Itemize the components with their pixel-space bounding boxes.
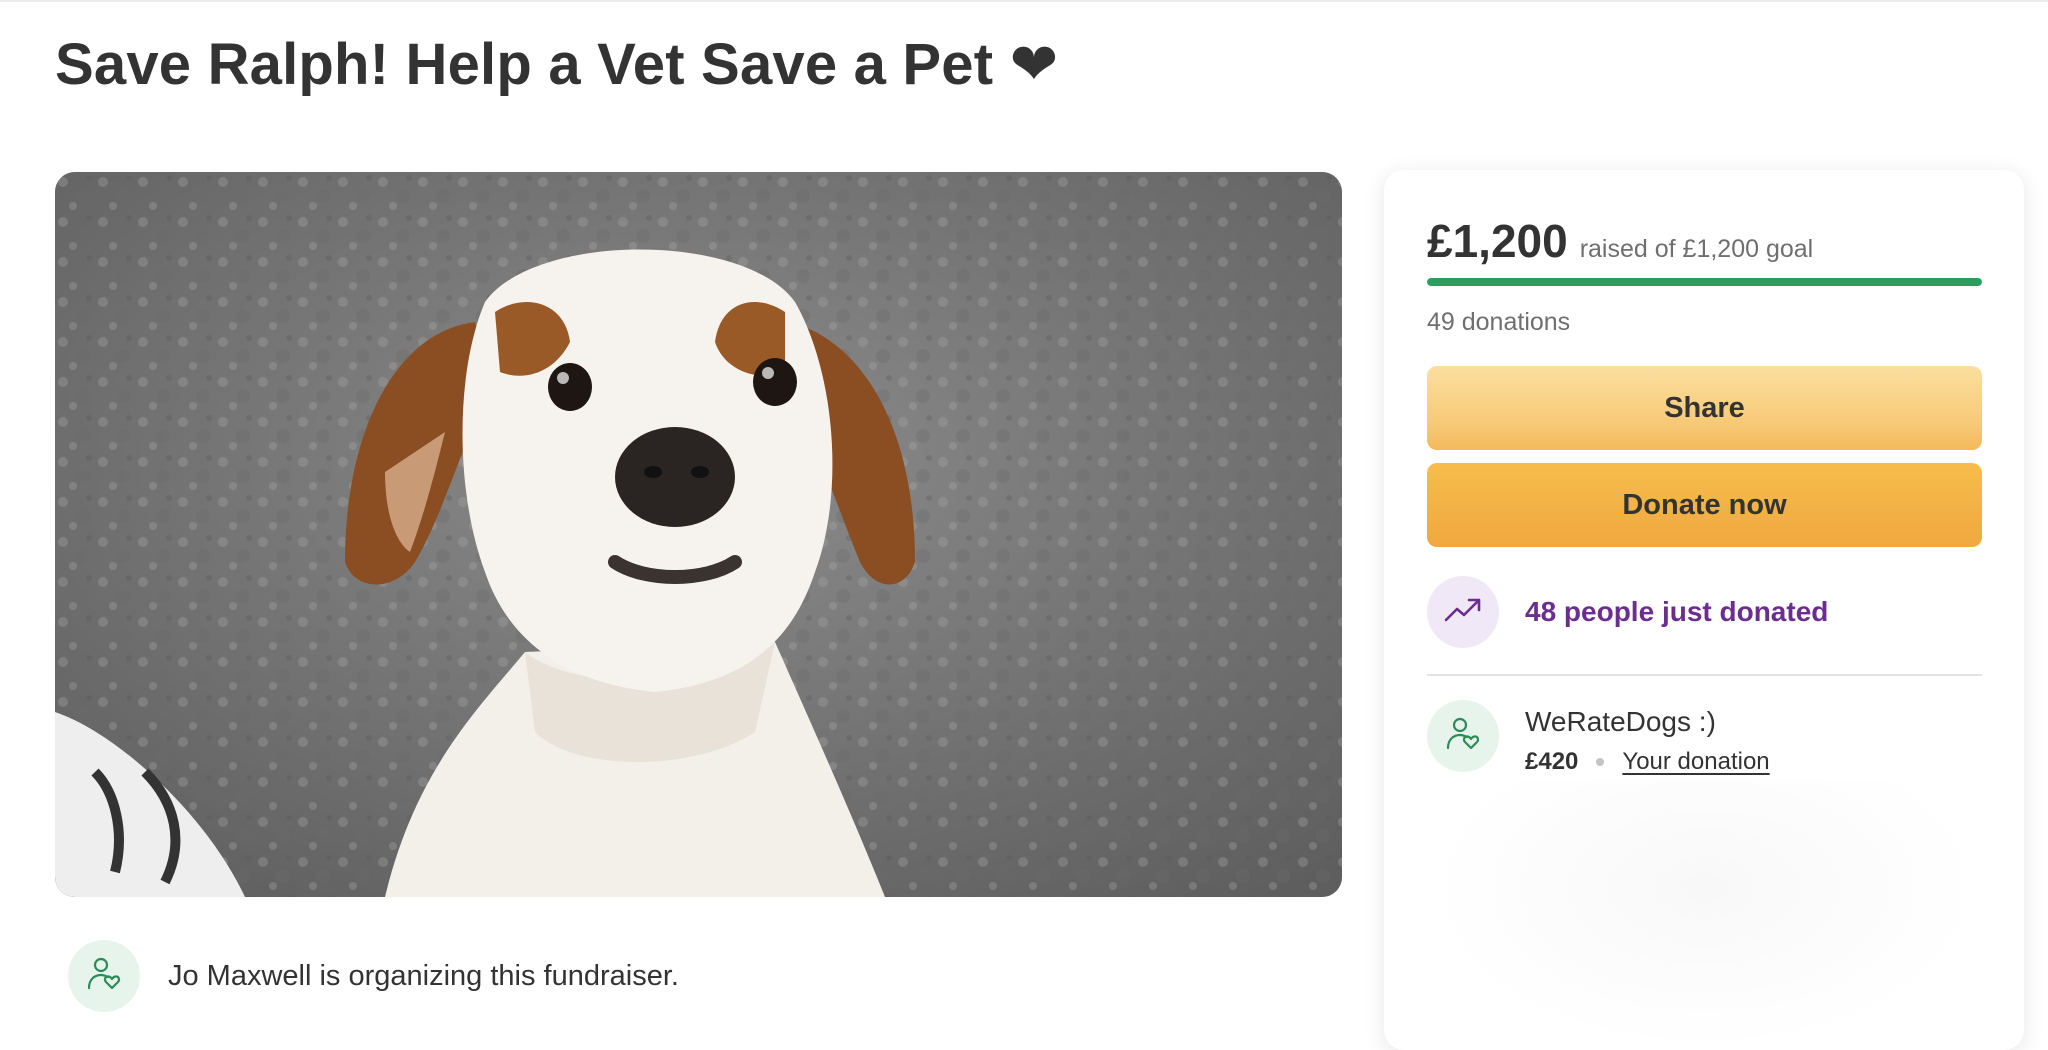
campaign-photo[interactable]	[55, 172, 1342, 897]
share-button[interactable]: Share	[1427, 366, 1982, 450]
organizer-avatar	[68, 940, 140, 1012]
donor-name: WeRateDogs :)	[1525, 706, 1716, 737]
recent-activity-row: 48 people just donated	[1427, 576, 1828, 648]
organizer-text: Jo Maxwell is organizing this fundraiser…	[168, 959, 679, 992]
donate-now-button[interactable]: Donate now	[1427, 463, 1982, 547]
progress-bar	[1427, 278, 1982, 286]
page-title: Save Ralph! Help a Vet Save a Pet ❤	[55, 32, 1059, 97]
goal-label: raised of £1,200 goal	[1579, 235, 1814, 263]
separator-dot	[1596, 758, 1605, 766]
donations-count: 49 donations	[1427, 308, 1571, 336]
person-heart-icon	[84, 954, 124, 999]
person-heart-icon	[1443, 714, 1483, 759]
donation-card: £1,200 raised of £1,200 goal 49 donation…	[1384, 170, 2024, 1050]
donation-list-item: WeRateDogs :) £420 Your donation	[1427, 700, 1770, 776]
trending-up-icon	[1442, 589, 1484, 636]
donor-avatar	[1427, 700, 1499, 772]
your-donation-link[interactable]: Your donation	[1622, 748, 1769, 776]
recent-donations-text: 48 people just donated	[1525, 596, 1829, 627]
card-divider	[1427, 674, 1982, 676]
donor-meta: £420 Your donation	[1525, 748, 1770, 776]
trend-badge	[1427, 576, 1499, 648]
dog-photo-illustration	[55, 172, 1342, 897]
donor-details: WeRateDogs :) £420 Your donation	[1525, 700, 1770, 776]
progress-bar-fill	[1427, 278, 1982, 286]
amount-raised: £1,200	[1427, 215, 1568, 267]
donation-amount: £420	[1525, 748, 1579, 775]
raised-summary: £1,200 raised of £1,200 goal	[1427, 214, 1813, 268]
organizer-row: Jo Maxwell is organizing this fundraiser…	[68, 940, 679, 1012]
faded-donation-list	[1427, 780, 1982, 1050]
top-divider	[0, 0, 2048, 2]
